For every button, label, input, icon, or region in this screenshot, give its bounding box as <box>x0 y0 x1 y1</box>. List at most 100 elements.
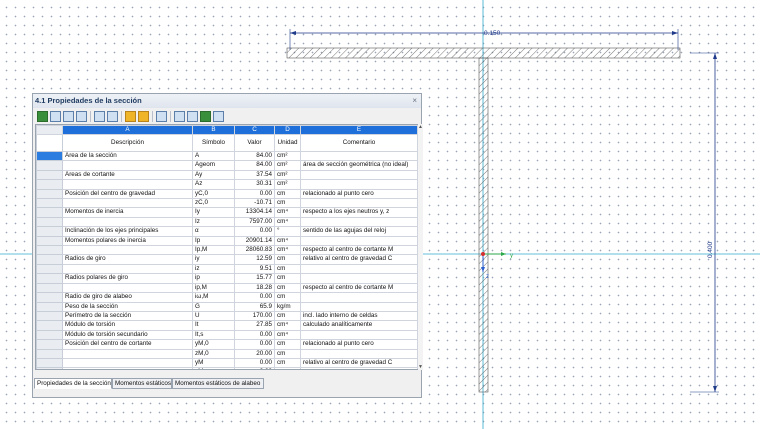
table-row[interactable]: ip,M 18.28 cm respecto al centro de cortant… <box>36 282 418 294</box>
row-header[interactable] <box>36 263 63 275</box>
close-icon[interactable]: × <box>412 94 417 108</box>
column-letter[interactable]: D <box>274 125 301 135</box>
cell-symbol[interactable]: yM <box>192 357 235 369</box>
cell-unit[interactable]: cm⁴ <box>274 207 301 218</box>
cell-unit[interactable]: cm <box>274 367 301 369</box>
settings-icon[interactable] <box>174 111 185 122</box>
cell-value[interactable]: 18.28 <box>234 282 275 294</box>
row-header[interactable] <box>36 179 63 190</box>
cell-comment[interactable]: relativo al centro de gravedad C <box>300 357 418 369</box>
table-row[interactable]: Ageom 84.00 cm² área de sección geométrica … <box>36 160 418 171</box>
cell-value[interactable]: 0.00 <box>234 188 275 200</box>
cell-description[interactable]: Posición del centro de cortante <box>62 339 193 350</box>
cell-symbol[interactable]: Ay <box>192 169 235 181</box>
cell-value[interactable]: -10.71 <box>234 198 275 209</box>
cell-symbol[interactable]: Ip,M <box>192 245 235 256</box>
cell-comment[interactable]: respecto al centro de cortante M <box>300 245 418 256</box>
cell-description[interactable]: Radios polares de giro <box>62 273 193 284</box>
table-row[interactable]: zC,0 -10.71 cm <box>36 198 418 209</box>
cell-comment[interactable] <box>300 198 418 209</box>
tab-warping-static-moments[interactable]: Momentos estáticos de alabeo <box>172 378 264 389</box>
cell-description[interactable]: Radio de giro de alabeo <box>62 292 193 303</box>
table-row[interactable]: Módulo de torsión secundario It,s 0.00 cm⁴ <box>36 329 418 341</box>
cell-value[interactable]: 13304.14 <box>234 207 275 218</box>
table-row[interactable]: Az 30.31 cm² <box>36 179 418 190</box>
table-row[interactable]: Momentos de inercia Iy 13304.14 cm⁴ respecto… <box>36 207 418 218</box>
table-row[interactable]: Áreas de cortante Ay 37.54 cm² <box>36 169 418 181</box>
cell-description[interactable] <box>62 357 193 369</box>
excel-export-icon[interactable] <box>37 111 48 122</box>
cell-description[interactable]: Inclinación de los ejes principales <box>62 226 193 237</box>
cell-comment[interactable]: área de sección geométrica (no ideal) <box>300 160 418 171</box>
table-export-icon[interactable] <box>63 111 74 122</box>
column-letter[interactable]: A <box>62 125 193 135</box>
cell-description[interactable]: Radios de giro <box>62 254 193 265</box>
cell-unit[interactable]: cm⁴ <box>274 216 301 228</box>
print-icon[interactable] <box>213 111 224 122</box>
sheet-icon[interactable] <box>200 111 211 122</box>
cell-unit[interactable]: cm² <box>274 160 301 171</box>
cell-unit[interactable]: cm² <box>274 150 301 162</box>
cell-comment[interactable] <box>300 235 418 247</box>
column-letter[interactable]: B <box>192 125 235 135</box>
cell-value[interactable]: 0.00 <box>234 357 275 369</box>
row-header[interactable] <box>36 320 63 331</box>
previous-icon[interactable] <box>94 111 105 122</box>
row-header[interactable] <box>36 357 63 369</box>
cell-description[interactable] <box>62 198 193 209</box>
cell-value[interactable]: 65.9 <box>234 301 275 312</box>
cell-symbol[interactable]: iω,M <box>192 292 235 303</box>
cell-symbol[interactable]: Az <box>192 179 235 190</box>
row-header[interactable] <box>36 301 63 312</box>
cell-description[interactable]: Módulo de torsión secundario <box>62 329 193 341</box>
cell-description[interactable]: Módulo de torsión <box>62 320 193 331</box>
row-header[interactable] <box>36 188 63 200</box>
column-letter[interactable]: C <box>234 125 275 135</box>
row-header[interactable] <box>36 254 63 265</box>
cell-symbol[interactable]: ip,M <box>192 282 235 294</box>
row-header[interactable] <box>36 292 63 303</box>
properties-table[interactable]: A B C D E Descripción Símbolo Valor Unid… <box>35 124 419 370</box>
cell-comment[interactable] <box>300 150 418 162</box>
row-header[interactable] <box>36 226 63 237</box>
row-header[interactable] <box>36 329 63 341</box>
row-header[interactable] <box>36 169 63 181</box>
cell-unit[interactable]: cm <box>274 348 301 359</box>
cell-symbol[interactable]: α <box>192 226 235 237</box>
table-row[interactable]: Radios de giro iy 12.59 cm relativo al centr… <box>36 254 418 265</box>
cell-value[interactable]: 15.77 <box>234 273 275 284</box>
cell-value[interactable]: 20901.14 <box>234 235 275 247</box>
cell-symbol[interactable]: iy <box>192 254 235 265</box>
cell-symbol[interactable]: yM,0 <box>192 339 235 350</box>
row-header[interactable] <box>36 160 63 171</box>
table-import-icon[interactable] <box>50 111 61 122</box>
cell-symbol[interactable]: zM <box>192 367 235 369</box>
table-row[interactable]: Posición del centro de cortante yM,0 0.00 c… <box>36 339 418 350</box>
row-header[interactable] <box>36 245 63 256</box>
table-row[interactable]: zM,0 20.00 cm <box>36 348 418 359</box>
row-header[interactable] <box>36 348 63 359</box>
cell-value[interactable]: -9.29 <box>234 367 275 369</box>
cell-value[interactable]: 84.00 <box>234 150 275 162</box>
cell-symbol[interactable]: Ip <box>192 235 235 247</box>
cell-description[interactable] <box>62 216 193 228</box>
cell-description[interactable]: Momentos polares de inercia <box>62 235 193 247</box>
cell-value[interactable]: 9.51 <box>234 263 275 275</box>
table-row[interactable]: yM 0.00 cm relativo al centro de gravedad C <box>36 357 418 369</box>
table-row[interactable]: Radios polares de giro ip 15.77 cm <box>36 273 418 284</box>
cell-value[interactable]: 0.00 <box>234 292 275 303</box>
cell-symbol[interactable]: It <box>192 320 235 331</box>
row-header[interactable] <box>36 235 63 247</box>
cell-description[interactable]: Áreas de cortante <box>62 169 193 181</box>
scroll-down-icon[interactable]: ▼ <box>418 364 423 370</box>
cell-comment[interactable]: calculado analíticamente <box>300 320 418 331</box>
copy-icon[interactable] <box>187 111 198 122</box>
cell-unit[interactable]: cm <box>274 339 301 350</box>
cell-comment[interactable] <box>300 169 418 181</box>
cell-comment[interactable] <box>300 292 418 303</box>
cell-value[interactable]: 30.31 <box>234 179 275 190</box>
cell-comment[interactable]: respecto al centro de cortante M <box>300 282 418 294</box>
table-row[interactable]: Peso de la sección G 65.9 kg/m <box>36 301 418 312</box>
cell-comment[interactable]: sentido de las agujas del reloj <box>300 226 418 237</box>
cell-description[interactable]: Momentos de inercia <box>62 207 193 218</box>
